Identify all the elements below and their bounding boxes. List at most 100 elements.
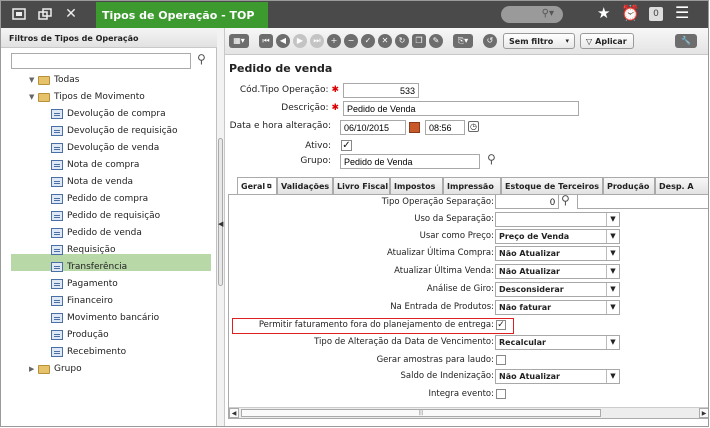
tab-geral[interactable]: Geral ⧉ bbox=[237, 177, 277, 195]
integra-evento-checkbox[interactable] bbox=[496, 389, 506, 399]
tree-item[interactable]: Transferência bbox=[51, 259, 127, 275]
save-icon[interactable]: ✓ bbox=[361, 34, 375, 48]
field-label: Usar como Preço: bbox=[419, 231, 494, 241]
scrollbar-thumb[interactable]: ||| bbox=[241, 409, 601, 417]
cancel-icon[interactable]: ✕ bbox=[378, 34, 392, 48]
document-icon bbox=[51, 126, 63, 136]
first-record-icon[interactable]: ⏮ bbox=[259, 34, 273, 48]
apply-button[interactable]: ▽ Aplicar bbox=[580, 33, 634, 49]
star-icon[interactable]: ★ bbox=[597, 4, 610, 22]
filter-reset-icon[interactable]: ↺ bbox=[483, 34, 497, 48]
remove-icon[interactable]: − bbox=[344, 34, 358, 48]
tree-item[interactable]: Pedido de requisição bbox=[51, 208, 160, 224]
more-actions-icon[interactable]: ⎘▾ bbox=[453, 34, 473, 48]
clock-icon[interactable]: ◷ bbox=[468, 121, 479, 132]
attachment-icon[interactable]: ✎ bbox=[429, 34, 443, 48]
collapse-arrow-icon[interactable]: ▶ bbox=[29, 365, 38, 373]
tree-item[interactable]: Devolução de compra bbox=[51, 106, 166, 122]
tree-node-label: Todas bbox=[54, 75, 80, 85]
search-icon[interactable]: ⚲ bbox=[561, 195, 570, 207]
refresh-icon[interactable]: ↻ bbox=[395, 34, 409, 48]
tab-validacoes[interactable]: Validações bbox=[277, 177, 333, 194]
tab-estoque-terceiros[interactable]: Estoque de Terceiros bbox=[501, 177, 603, 194]
tipo-separacao-desc-field[interactable] bbox=[577, 195, 708, 209]
tab-producao[interactable]: Produção bbox=[603, 177, 655, 194]
tree-item-selected[interactable]: Pedido de venda bbox=[51, 225, 142, 241]
data-field[interactable] bbox=[340, 120, 406, 135]
horizontal-scrollbar[interactable]: ◀ ||| ▶ bbox=[229, 407, 708, 418]
chevron-down-icon: ▼ bbox=[606, 283, 619, 296]
filter-panel: Filtros de Tipos de Operação ⚲ ▼ Todas ▼ T… bbox=[1, 28, 217, 426]
notification-badge[interactable]: 0 bbox=[649, 7, 663, 21]
tab-desp[interactable]: Desp. A bbox=[655, 177, 708, 194]
tree-item[interactable]: Pedido de compra bbox=[51, 191, 148, 207]
analise-giro-select[interactable]: Desconsiderar ▼ bbox=[495, 282, 620, 297]
search-icon[interactable]: ⚲ bbox=[487, 152, 496, 166]
gerar-amostras-checkbox[interactable] bbox=[496, 355, 506, 365]
document-icon bbox=[51, 177, 63, 187]
close-icon[interactable]: ✕ bbox=[61, 5, 81, 23]
descricao-field[interactable] bbox=[343, 101, 579, 116]
filter-search-input[interactable] bbox=[11, 53, 191, 69]
ativo-checkbox[interactable]: ✓ bbox=[341, 140, 352, 151]
tab-impostos[interactable]: Impostos bbox=[390, 177, 443, 194]
tree-item[interactable]: Recebimento bbox=[51, 344, 126, 360]
search-icon[interactable]: ⚲ bbox=[197, 52, 206, 66]
global-search-input[interactable]: ⚲▾ bbox=[501, 6, 563, 23]
scroll-right-icon[interactable]: ▶ bbox=[699, 408, 708, 418]
settings-wrench-icon[interactable]: 🔧 bbox=[675, 34, 697, 48]
grid-view-icon[interactable]: ▦▾ bbox=[229, 34, 249, 48]
copy-icon[interactable]: ❐ bbox=[412, 34, 426, 48]
tree-item[interactable]: Movimento bancário bbox=[51, 310, 159, 326]
tree-item[interactable]: Financeiro bbox=[51, 293, 113, 309]
fullscreen-icon[interactable] bbox=[9, 5, 29, 23]
panel-splitter[interactable]: ◀ bbox=[217, 28, 225, 426]
previous-record-icon[interactable]: ◀ bbox=[276, 34, 290, 48]
tab-livro-fiscal[interactable]: Livro Fiscal bbox=[333, 177, 390, 194]
grupo-field[interactable] bbox=[340, 154, 480, 169]
alarm-clock-icon[interactable]: ⏰ bbox=[621, 4, 640, 22]
tree-item-label: Pedido de compra bbox=[67, 194, 149, 204]
expand-arrow-icon[interactable]: ▼ bbox=[29, 76, 38, 84]
tree-item[interactable]: Produção bbox=[51, 327, 109, 343]
scroll-left-icon[interactable]: ◀ bbox=[229, 408, 239, 418]
tab-impressao[interactable]: Impressão bbox=[443, 177, 501, 194]
menu-icon[interactable]: ☰ bbox=[675, 3, 689, 22]
field-label: Gerar amostras para laudo: bbox=[376, 355, 494, 365]
tree-item[interactable]: Nota de compra bbox=[51, 157, 139, 173]
expand-arrow-icon[interactable]: ▼ bbox=[29, 93, 38, 101]
field-label: Na Entrada de Produtos: bbox=[390, 302, 494, 312]
last-record-icon[interactable]: ⏭ bbox=[310, 34, 324, 48]
chevron-down-icon: ▼ bbox=[606, 213, 619, 226]
tree-item[interactable]: Devolução de requisição bbox=[51, 123, 178, 139]
field-label: Atualizar Última Compra: bbox=[386, 248, 494, 258]
tree-item[interactable]: Nota de venda bbox=[51, 174, 133, 190]
tree-node-todas[interactable]: ▼ Todas bbox=[29, 72, 79, 88]
uso-separacao-select[interactable]: ▼ bbox=[495, 212, 620, 227]
restore-window-icon[interactable] bbox=[35, 5, 55, 23]
permitir-faturamento-checkbox[interactable]: ✓ bbox=[496, 320, 506, 330]
entrada-produtos-select[interactable]: Não faturar ▼ bbox=[495, 300, 620, 315]
window-tab-title[interactable]: Tipos de Operação - TOP bbox=[96, 2, 268, 28]
tree-node-tipos-movimento[interactable]: ▼ Tipos de Movimento bbox=[29, 89, 145, 105]
tree-item[interactable]: Devolução de venda bbox=[51, 140, 159, 156]
tree-item[interactable]: Pagamento bbox=[51, 276, 118, 292]
tree-item[interactable]: Requisição bbox=[51, 242, 115, 258]
hora-field[interactable] bbox=[425, 120, 465, 135]
collapse-left-icon[interactable]: ◀ bbox=[218, 220, 223, 228]
search-icon: ⚲▾ bbox=[541, 8, 554, 19]
saldo-indenizacao-select[interactable]: Não Atualizar ▼ bbox=[495, 369, 620, 384]
usar-preco-select[interactable]: Preço de Venda ▼ bbox=[495, 229, 620, 244]
splitter-handle[interactable] bbox=[218, 138, 223, 286]
tipo-separacao-field[interactable] bbox=[495, 195, 559, 209]
next-record-icon[interactable]: ▶ bbox=[293, 34, 307, 48]
tipo-alteracao-select[interactable]: Recalcular ▼ bbox=[495, 335, 620, 350]
cod-field[interactable] bbox=[343, 83, 419, 98]
add-icon[interactable]: + bbox=[327, 34, 341, 48]
tree-item-label: Nota de compra bbox=[67, 160, 140, 170]
atualizar-compra-select[interactable]: Não Atualizar ▼ bbox=[495, 246, 620, 261]
calendar-icon[interactable] bbox=[409, 122, 420, 133]
tree-node-grupo[interactable]: ▶ Grupo bbox=[29, 361, 82, 377]
atualizar-venda-select[interactable]: Não Atualizar ▼ bbox=[495, 264, 620, 279]
filter-dropdown[interactable]: Sem filtro ▾ bbox=[503, 33, 575, 49]
